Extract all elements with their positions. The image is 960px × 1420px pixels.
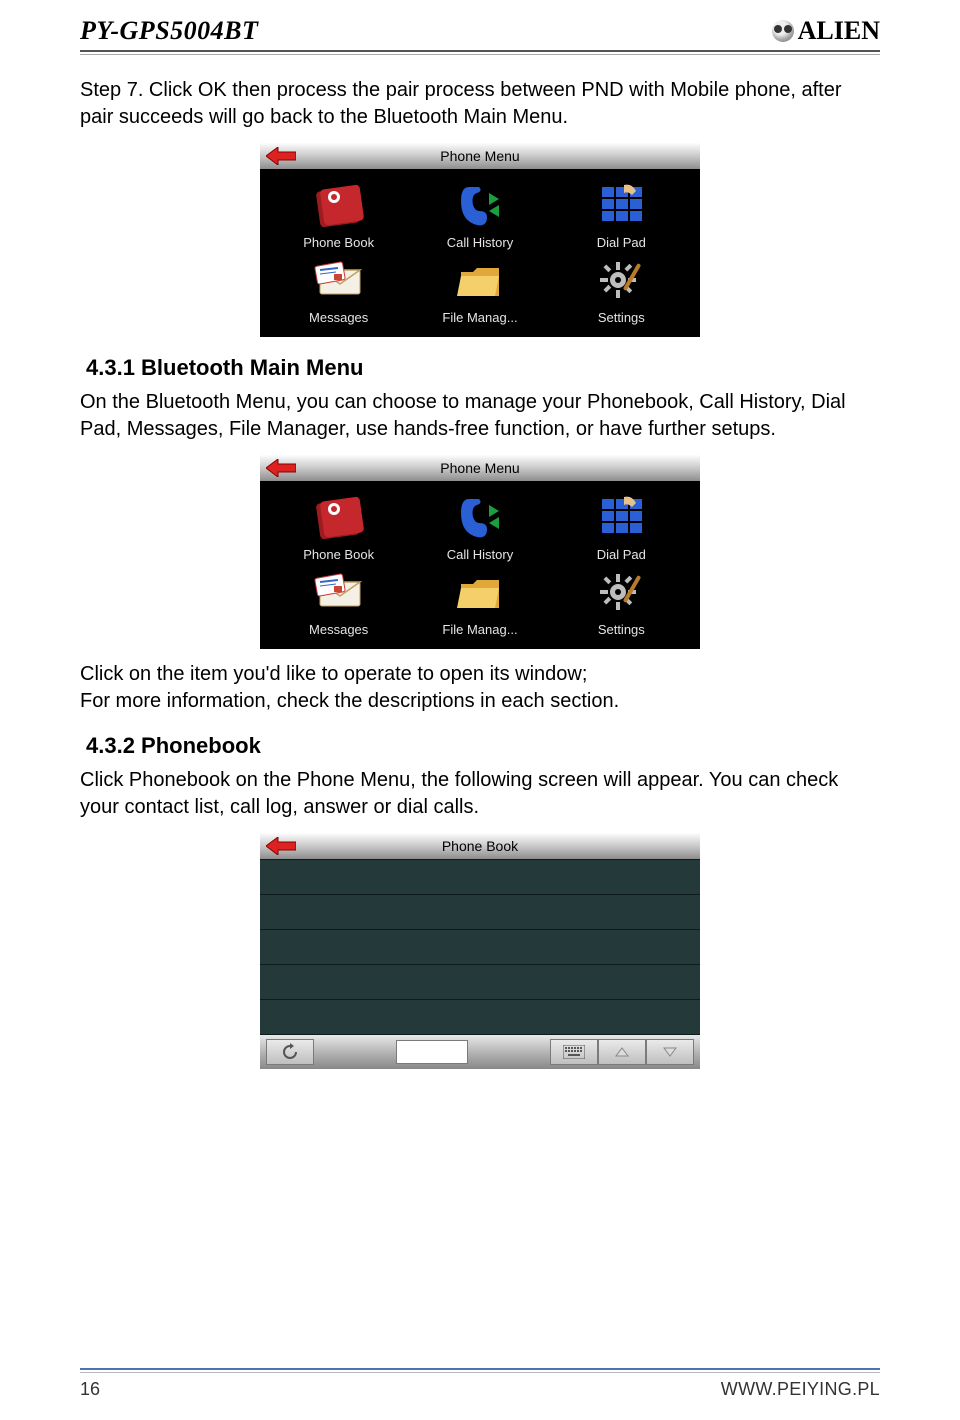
screenshot-title: Phone Menu xyxy=(440,148,519,164)
header-rule-thin xyxy=(80,54,880,55)
menu-dial-pad[interactable]: Dial Pad xyxy=(561,179,681,250)
menu-label: File Manag... xyxy=(442,310,517,325)
phone-menu-screenshot-2: Phone Menu Phone Book Call History xyxy=(260,455,700,649)
menu-messages[interactable]: Messages xyxy=(279,254,399,325)
menu-file-manager[interactable]: File Manag... xyxy=(420,254,540,325)
section-432-heading: 4.3.2 Phonebook xyxy=(80,733,880,759)
titlebar: Phone Menu xyxy=(260,143,700,169)
back-arrow-icon[interactable] xyxy=(266,837,296,855)
phonebook-row[interactable] xyxy=(260,965,700,1000)
phonebook-toolbar xyxy=(260,1035,700,1069)
footer-url: WWW.PEIYING.PL xyxy=(721,1379,880,1400)
dial-pad-icon xyxy=(586,179,656,231)
phonebook-row[interactable] xyxy=(260,930,700,965)
screenshot-title: Phone Book xyxy=(442,838,518,854)
titlebar: Phone Menu xyxy=(260,455,700,481)
menu-call-history[interactable]: Call History xyxy=(420,491,540,562)
menu-label: Dial Pad xyxy=(597,235,646,250)
messages-icon xyxy=(304,254,374,306)
phonebook-screenshot: Phone Book xyxy=(260,833,700,1069)
phone-book-icon xyxy=(304,491,374,543)
call-history-icon xyxy=(445,491,515,543)
alien-icon xyxy=(772,20,794,42)
click-item-line-1: Click on the item you'd like to operate … xyxy=(80,661,880,688)
menu-messages[interactable]: Messages xyxy=(279,566,399,637)
titlebar: Phone Book xyxy=(260,833,700,859)
menu-file-manager[interactable]: File Manag... xyxy=(420,566,540,637)
scroll-down-button[interactable] xyxy=(646,1039,694,1065)
menu-label: Call History xyxy=(447,547,513,562)
messages-icon xyxy=(304,566,374,618)
section-431-heading: 4.3.1 Bluetooth Main Menu xyxy=(80,355,880,381)
back-arrow-icon[interactable] xyxy=(266,459,296,477)
settings-icon xyxy=(586,566,656,618)
header-rule-thick xyxy=(80,50,880,52)
settings-icon xyxy=(586,254,656,306)
menu-phone-book[interactable]: Phone Book xyxy=(279,179,399,250)
menu-label: Messages xyxy=(309,310,368,325)
dial-pad-icon xyxy=(586,491,656,543)
footer-rule-thin xyxy=(80,1372,880,1373)
menu-label: Phone Book xyxy=(303,547,374,562)
phonebook-row[interactable] xyxy=(260,859,700,895)
menu-label: Settings xyxy=(598,622,645,637)
phonebook-row[interactable] xyxy=(260,1000,700,1035)
brand-logo: ALIEN xyxy=(772,16,880,46)
keyboard-button[interactable] xyxy=(550,1039,598,1065)
back-arrow-icon[interactable] xyxy=(266,147,296,165)
page-indicator xyxy=(396,1040,468,1064)
menu-settings[interactable]: Settings xyxy=(561,254,681,325)
brand-name: ALIEN xyxy=(798,16,880,46)
menu-call-history[interactable]: Call History xyxy=(420,179,540,250)
menu-phone-book[interactable]: Phone Book xyxy=(279,491,399,562)
device-model: PY-GPS5004BT xyxy=(80,16,258,46)
step7-paragraph: Step 7. Click OK then process the pair p… xyxy=(80,77,880,131)
section-432-paragraph: Click Phonebook on the Phone Menu, the f… xyxy=(80,767,880,821)
screenshot-title: Phone Menu xyxy=(440,460,519,476)
footer-rule-blue xyxy=(80,1368,880,1370)
menu-label: Dial Pad xyxy=(597,547,646,562)
page-footer: 16 WWW.PEIYING.PL xyxy=(80,1368,880,1400)
page-header: PY-GPS5004BT ALIEN xyxy=(80,16,880,46)
click-item-line-2: For more information, check the descript… xyxy=(80,688,880,715)
phone-book-icon xyxy=(304,179,374,231)
phonebook-row[interactable] xyxy=(260,895,700,930)
call-history-icon xyxy=(445,179,515,231)
menu-settings[interactable]: Settings xyxy=(561,566,681,637)
menu-dial-pad[interactable]: Dial Pad xyxy=(561,491,681,562)
menu-label: Messages xyxy=(309,622,368,637)
page-number: 16 xyxy=(80,1379,100,1400)
section-431-paragraph: On the Bluetooth Menu, you can choose to… xyxy=(80,389,880,443)
menu-label: File Manag... xyxy=(442,622,517,637)
menu-label: Call History xyxy=(447,235,513,250)
menu-label: Settings xyxy=(598,310,645,325)
file-manager-icon xyxy=(445,566,515,618)
refresh-button[interactable] xyxy=(266,1039,314,1065)
menu-label: Phone Book xyxy=(303,235,374,250)
file-manager-icon xyxy=(445,254,515,306)
scroll-up-button[interactable] xyxy=(598,1039,646,1065)
phone-menu-screenshot-1: Phone Menu Phone Book Call History xyxy=(260,143,700,337)
